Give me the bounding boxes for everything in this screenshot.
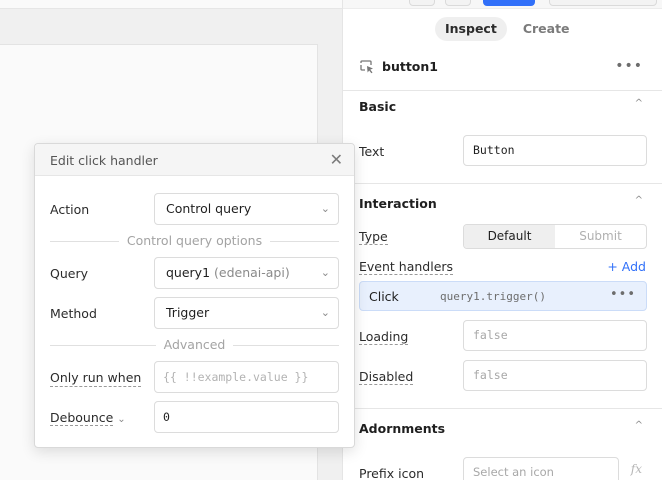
topbar-button[interactable] — [549, 0, 657, 6]
loading-field[interactable]: false — [463, 320, 647, 351]
section-adornments-header[interactable]: Adornments ^ — [343, 413, 662, 443]
type-label: Type — [359, 229, 388, 245]
popover-title: Edit click handler — [50, 153, 158, 168]
cursor-select-icon — [360, 60, 373, 74]
prefix-icon-label: Prefix icon — [359, 466, 425, 480]
chevron-down-icon: ⌄ — [117, 414, 126, 425]
section-title: Adornments — [359, 421, 446, 436]
section-title: Interaction — [359, 196, 437, 211]
debounce-label: Debounce — [50, 410, 114, 426]
query-value: query1 — [166, 265, 215, 280]
action-value: Control query — [166, 201, 252, 216]
add-handler-button[interactable]: + Add — [607, 259, 646, 274]
type-option-submit[interactable]: Submit — [555, 225, 646, 248]
debounce-input[interactable]: 0 — [154, 401, 339, 433]
type-option-default[interactable]: Default — [464, 225, 555, 248]
caret-up-icon[interactable]: ^ — [635, 420, 643, 431]
separator-label: Control query options — [118, 233, 271, 248]
divider — [343, 408, 662, 409]
panel-tabs: Inspect Create — [435, 17, 580, 41]
component-header: button1 ••• — [343, 52, 662, 82]
method-value: Trigger — [166, 305, 210, 320]
prefix-icon-select[interactable]: Select an icon — [463, 457, 619, 480]
topbar-button[interactable] — [409, 0, 435, 6]
chevron-down-icon: ⌄ — [320, 266, 330, 279]
popover-header: Edit click handler ✕ — [35, 144, 354, 176]
caret-up-icon[interactable]: ^ — [635, 195, 643, 206]
divider — [343, 183, 662, 184]
canvas-toolbar — [0, 0, 342, 9]
panel-topbar — [343, 0, 662, 9]
disabled-label: Disabled — [359, 369, 414, 385]
debounce-label-group[interactable]: Debounce ⌄ — [50, 410, 126, 426]
chevron-down-icon: ⌄ — [320, 306, 330, 319]
topbar-button[interactable] — [445, 0, 471, 6]
control-query-options-separator: Control query options — [50, 233, 339, 249]
query-select[interactable]: query1 (edenai-api) ⌄ — [154, 257, 339, 289]
tab-inspect[interactable]: Inspect — [435, 17, 507, 41]
close-icon[interactable]: ✕ — [330, 150, 343, 169]
handler-event: Click — [369, 289, 399, 304]
type-segmented-control: Default Submit — [463, 224, 647, 249]
component-name[interactable]: button1 — [382, 59, 438, 74]
section-basic-header[interactable]: Basic ^ — [343, 91, 662, 121]
section-interaction-header[interactable]: Interaction ^ — [343, 188, 662, 218]
method-select[interactable]: Trigger ⌄ — [154, 297, 339, 329]
more-options-icon[interactable]: ••• — [610, 287, 636, 302]
text-label: Text — [359, 144, 385, 159]
more-options-icon[interactable]: ••• — [615, 58, 643, 74]
only-run-when-input[interactable]: {{ !!example.value }} — [154, 361, 339, 393]
only-run-when-label: Only run when — [50, 370, 142, 387]
action-select[interactable]: Control query ⌄ — [154, 193, 339, 225]
handler-action: query1.trigger() — [440, 290, 546, 303]
edit-click-handler-popover: Edit click handler ✕ Action Control quer… — [34, 143, 355, 448]
disabled-field[interactable]: false — [463, 360, 647, 391]
caret-up-icon[interactable]: ^ — [635, 98, 643, 109]
query-label: Query — [50, 266, 88, 281]
tab-create[interactable]: Create — [513, 17, 580, 41]
separator-label: Advanced — [155, 337, 234, 352]
action-label: Action — [50, 202, 90, 217]
section-title: Basic — [359, 99, 397, 114]
advanced-separator: Advanced — [50, 337, 339, 353]
chevron-down-icon: ⌄ — [320, 202, 330, 215]
query-resource: (edenai-api) — [214, 265, 290, 280]
text-field[interactable]: Button — [463, 135, 647, 166]
event-handlers-label: Event handlers — [359, 259, 454, 275]
event-handler-row[interactable]: Click query1.trigger() ••• — [359, 281, 647, 311]
fx-icon[interactable]: fx — [631, 462, 642, 476]
method-label: Method — [50, 306, 97, 321]
topbar-primary-button[interactable] — [483, 0, 535, 6]
inspector-panel: Inspect Create button1 ••• Basic ^ Text … — [342, 0, 662, 480]
loading-label: Loading — [359, 329, 409, 345]
